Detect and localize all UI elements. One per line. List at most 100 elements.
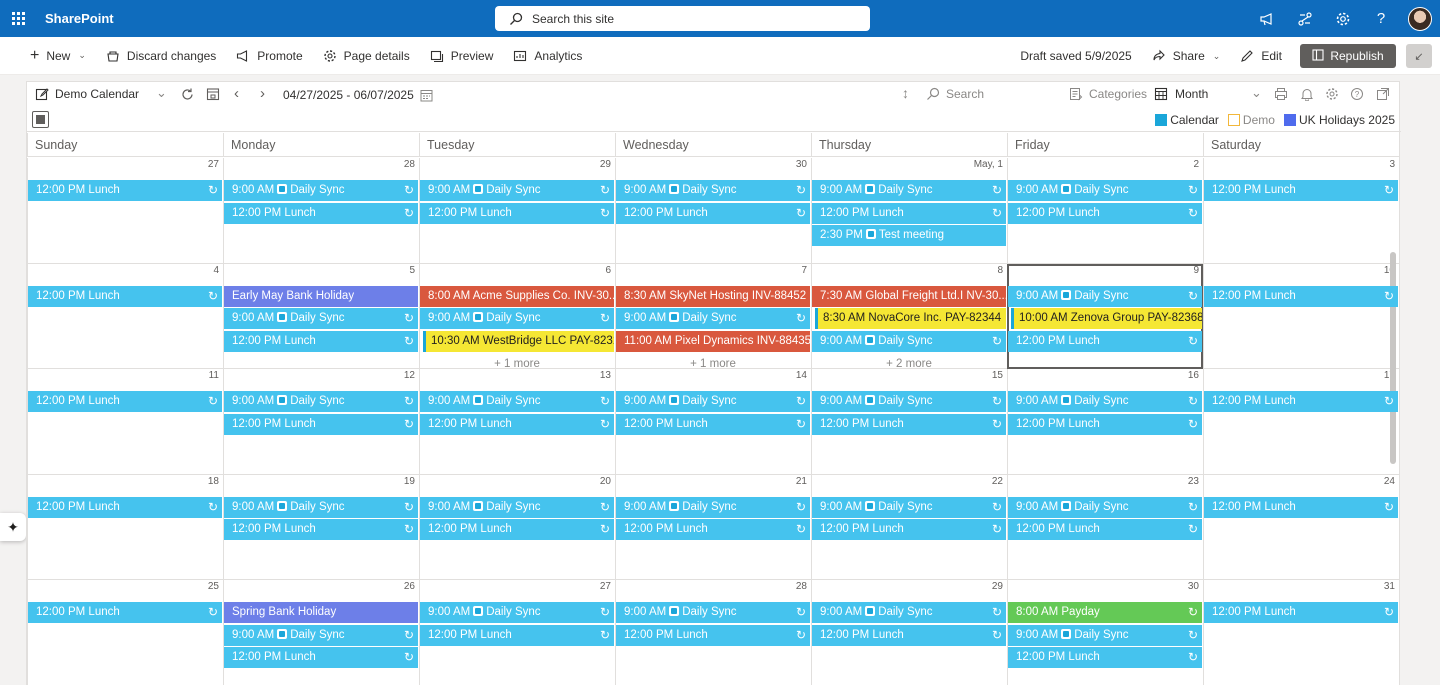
calendar-event[interactable]: 9:00 AM Daily Sync ↻ — [812, 391, 1006, 413]
help-icon[interactable]: ? — [1362, 0, 1400, 37]
more-events-link[interactable]: + 1 more — [419, 354, 615, 374]
calendar-event[interactable]: 12:00 PM Lunch ↻ — [224, 647, 418, 669]
day-number[interactable]: 27 — [600, 581, 611, 592]
calendar-event[interactable]: 12:00 PM Lunch ↻ — [28, 180, 222, 201]
analytics-button[interactable]: Analytics — [503, 37, 592, 75]
day-cell[interactable]: 3 — [1203, 158, 1399, 264]
day-number[interactable]: 28 — [404, 159, 415, 170]
day-number[interactable]: 27 — [208, 159, 219, 170]
new-button[interactable]: + New ⌄ — [0, 37, 96, 75]
calendar-event[interactable]: 12:00 PM Lunch ↻ — [1008, 647, 1202, 669]
calendar-event[interactable]: 9:00 AM Daily Sync ↻ — [616, 602, 810, 624]
day-number[interactable]: 30 — [1188, 581, 1199, 592]
calendar-event[interactable]: 12:00 PM Lunch ↻ — [224, 330, 418, 352]
calendar-event[interactable]: 9:00 AM Daily Sync ↻ — [1008, 624, 1202, 646]
day-number[interactable]: 2 — [1193, 159, 1199, 170]
refresh-icon[interactable] — [180, 87, 195, 102]
calendar-event[interactable]: 9:00 AM Daily Sync ↻ — [1008, 496, 1202, 518]
calendar-event[interactable]: 12:00 PM Lunch ↻ — [616, 624, 810, 646]
calendar-event[interactable]: 9:00 AM Daily Sync ↻ — [420, 391, 614, 413]
more-events-link[interactable]: + 2 more — [811, 354, 1007, 374]
calendar-event[interactable]: 12:00 PM Lunch ↻ — [812, 519, 1006, 541]
app-launcher-icon[interactable] — [0, 0, 37, 37]
calendar-event[interactable]: 12:00 PM Lunch ↻ — [28, 285, 222, 307]
calendar-event[interactable]: 9:00 AM Daily Sync ↻ — [812, 180, 1006, 201]
calendar-event[interactable]: 12:00 PM Lunch ↻ — [420, 624, 614, 646]
day-number[interactable]: 5 — [409, 265, 415, 276]
day-number[interactable]: 16 — [1188, 370, 1199, 381]
calendar-event[interactable]: 9:00 AM Daily Sync ↻ — [616, 391, 810, 413]
app-brand[interactable]: SharePoint — [45, 11, 114, 26]
stop-icon[interactable] — [32, 111, 49, 128]
calendar-event[interactable]: 12:00 PM Lunch ↻ — [1204, 180, 1398, 201]
settings-icon[interactable] — [1325, 87, 1339, 101]
calendar-event[interactable]: 9:00 AM Daily Sync ↻ — [616, 496, 810, 518]
calendar-event[interactable]: 12:00 PM Lunch ↻ — [1008, 330, 1202, 352]
row-height-icon[interactable]: ↕ — [902, 85, 909, 101]
calendar-search-input[interactable]: Search — [926, 87, 984, 101]
calendar-event[interactable]: 12:00 PM Lunch ↻ — [812, 202, 1006, 224]
day-number[interactable]: 20 — [600, 476, 611, 487]
calendar-event[interactable]: 11:00 AM Pixel Dynamics INV-88435 — [616, 330, 810, 352]
calendar-switch-chevron-icon[interactable]: ⌄ — [156, 85, 167, 101]
calendar-event[interactable]: 9:00 AM Daily Sync ↻ — [224, 624, 418, 646]
legend-item-uk-holidays[interactable]: UK Holidays 2025 — [1283, 113, 1395, 127]
day-cell[interactable]: 25 — [27, 580, 223, 685]
page-details-button[interactable]: Page details — [313, 37, 420, 75]
calendar-event[interactable]: 9:00 AM Daily Sync ↻ — [1008, 391, 1202, 413]
calendar-event[interactable]: 9:00 AM Daily Sync ↻ — [420, 180, 614, 201]
edit-button[interactable]: Edit — [1230, 37, 1292, 75]
calendar-event[interactable]: 12:00 PM Lunch ↻ — [1008, 519, 1202, 541]
day-cell[interactable]: 17 — [1203, 369, 1399, 475]
preview-button[interactable]: Preview — [420, 37, 504, 75]
day-number[interactable]: 7 — [801, 265, 807, 276]
bell-icon[interactable] — [1300, 87, 1314, 101]
calendar-event[interactable]: 12:00 PM Lunch ↻ — [1204, 496, 1398, 518]
day-number[interactable]: 3 — [1389, 159, 1395, 170]
day-number[interactable]: 11 — [209, 370, 219, 381]
day-number[interactable]: 12 — [404, 370, 415, 381]
calendar-event[interactable]: 9:00 AM Daily Sync ↻ — [224, 308, 418, 330]
calendar-event[interactable]: 10:30 AM WestBridge LLC PAY-82317 — [423, 330, 614, 352]
calendar-title-button[interactable]: Demo Calendar — [35, 87, 139, 101]
calendar-event[interactable]: 9:00 AM Daily Sync ↻ — [1008, 180, 1202, 201]
calendar-event[interactable]: 12:00 PM Lunch ↻ — [420, 519, 614, 541]
day-number[interactable]: May, 1 — [974, 159, 1003, 170]
calendar-event[interactable]: 9:00 AM Daily Sync ↻ — [812, 602, 1006, 624]
legend-item-calendar[interactable]: Calendar — [1155, 113, 1219, 127]
day-number[interactable]: 23 — [1188, 476, 1199, 487]
day-cell[interactable]: 4 — [27, 263, 223, 370]
day-number[interactable]: 26 — [404, 581, 415, 592]
site-search-input[interactable]: Search this site — [495, 6, 870, 31]
more-events-link[interactable]: + 1 more — [615, 354, 811, 374]
calendar-event[interactable]: 12:00 PM Lunch ↻ — [224, 413, 418, 435]
calendar-event[interactable]: 12:00 PM Lunch ↻ — [812, 413, 1006, 435]
day-number[interactable]: 29 — [600, 159, 611, 170]
calendar-event[interactable]: 12:00 PM Lunch ↻ — [224, 519, 418, 541]
day-number[interactable]: 9 — [1193, 265, 1199, 276]
calendar-event[interactable]: 12:00 PM Lunch ↻ — [1008, 413, 1202, 435]
calendar-event[interactable]: Spring Bank Holiday — [224, 602, 418, 624]
calendar-event[interactable]: 9:00 AM Daily Sync ↻ — [616, 180, 810, 201]
day-number[interactable]: 6 — [605, 265, 611, 276]
day-cell[interactable]: 31 — [1203, 580, 1399, 685]
day-number[interactable]: 24 — [1384, 476, 1395, 487]
calendar-event[interactable]: 12:00 PM Lunch ↻ — [224, 202, 418, 224]
calendar-event[interactable]: 12:00 PM Lunch ↻ — [1008, 202, 1202, 224]
calendar-event[interactable]: 12:00 PM Lunch ↻ — [1204, 391, 1398, 413]
calendar-event[interactable]: 7:30 AM Global Freight Ltd.I NV-30... — [812, 285, 1006, 307]
calendar-event[interactable]: 12:00 PM Lunch ↻ — [28, 391, 222, 413]
collapse-icon[interactable]: ↙ — [1406, 44, 1432, 68]
calendar-event[interactable]: 9:00 AM Daily Sync ↻ — [420, 602, 614, 624]
calendar-event[interactable]: 12:00 PM Lunch ↻ — [616, 519, 810, 541]
calendar-event[interactable]: 9:00 AM Daily Sync ↻ — [224, 180, 418, 201]
gear-icon[interactable] — [1324, 0, 1362, 37]
day-number[interactable]: 18 — [208, 476, 219, 487]
day-cell[interactable]: 11 — [27, 369, 223, 475]
discard-changes-button[interactable]: Discard changes — [96, 37, 226, 75]
day-number[interactable]: 21 — [796, 476, 807, 487]
popout-icon[interactable] — [1376, 87, 1390, 101]
megaphone-icon[interactable] — [1248, 0, 1286, 37]
day-number[interactable]: 25 — [208, 581, 219, 592]
calendar-event[interactable]: Early May Bank Holiday — [224, 285, 418, 307]
